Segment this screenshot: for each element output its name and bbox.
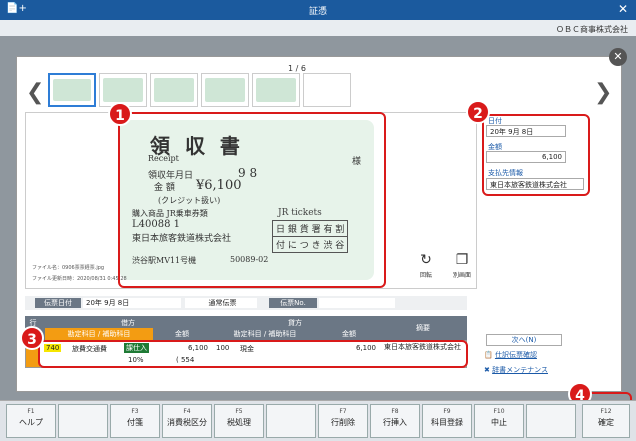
highlight-receipt: [118, 112, 386, 288]
f1-label: ヘルプ: [19, 418, 43, 427]
title-bar: 📄+ 証憑 ✕: [0, 0, 636, 20]
rotate-icon: ↻: [420, 252, 432, 268]
f9-button[interactable]: F9 科目登録: [422, 404, 472, 438]
f12-key: F12: [600, 408, 612, 415]
f12-button[interactable]: F12 確定: [582, 404, 630, 438]
next-arrow-icon[interactable]: ❯: [594, 80, 612, 105]
f4-key: F4: [183, 408, 191, 415]
f5-button[interactable]: F5 税処理: [214, 404, 264, 438]
credit-amount-header: 金額: [342, 330, 356, 338]
badge-1: 1: [108, 102, 132, 126]
f8-label: 行挿入: [383, 418, 407, 427]
debit-header: 借方: [121, 319, 135, 327]
f3-label: 付箋: [127, 418, 143, 427]
debit-amount-header: 金額: [175, 330, 189, 338]
credit-header: 貸方: [288, 319, 302, 327]
f9-key: F9: [443, 408, 451, 415]
f8-button[interactable]: F8 行挿入: [370, 404, 420, 438]
f3-key: F3: [131, 408, 139, 415]
f7-label: 行削除: [331, 418, 355, 427]
prev-arrow-icon[interactable]: ❮: [26, 80, 44, 105]
f1-button[interactable]: F1 ヘルプ: [6, 404, 56, 438]
f3-button[interactable]: F3 付箋: [110, 404, 160, 438]
function-key-bar: F1 ヘルプ F3 付箋 F4 消費税区分 F5 税処理 F7 行削除 F8 行挿入 F9 科…: [0, 400, 636, 441]
next-button[interactable]: 次へ(N): [486, 334, 562, 346]
thumbnail-3[interactable]: [150, 73, 198, 107]
thumbnail-6[interactable]: [303, 73, 351, 107]
rotate-button[interactable]: ↻ 回転: [409, 252, 443, 279]
thumbnail-4[interactable]: [201, 73, 249, 107]
journal-icon: 📋: [484, 351, 493, 359]
dictionary-link[interactable]: ✖ 辞書メンテナンス: [484, 365, 548, 375]
f10-key: F10: [493, 408, 505, 415]
window-close-icon[interactable]: ✕: [618, 2, 628, 16]
debit-account-header: 勘定科目 / 補助科目: [67, 330, 131, 338]
dictionary-label: 辞書メンテナンス: [492, 366, 548, 374]
f5-key: F5: [235, 408, 243, 415]
f10-label: 中止: [491, 418, 507, 427]
thumbnail-1[interactable]: [48, 73, 96, 107]
journal-confirm-label: 仕訳伝票確認: [494, 351, 537, 359]
f1-key: F1: [27, 408, 35, 415]
f8-key: F8: [391, 408, 399, 415]
f2-button[interactable]: [58, 404, 108, 438]
f9-label: 科目登録: [431, 418, 463, 427]
file-name: ファイル名：0906票票経票.jpg: [32, 265, 105, 271]
page-indicator: 1 / 6: [288, 64, 306, 73]
rotate-label: 回転: [419, 272, 432, 279]
badge-2: 2: [466, 100, 490, 124]
journal-confirm-link[interactable]: 📋 仕訳伝票確認: [484, 350, 537, 360]
f7-key: F7: [339, 408, 347, 415]
window-icon: ❐: [455, 252, 469, 268]
f11-button[interactable]: [526, 404, 576, 438]
f4-button[interactable]: F4 消費税区分: [162, 404, 212, 438]
thumbnail-5[interactable]: [252, 73, 300, 107]
voucher-no-label: 伝票No.: [269, 298, 317, 308]
voucher-no-field[interactable]: [319, 298, 395, 308]
separate-window-button[interactable]: ❐ 別画面: [445, 252, 479, 279]
highlight-side-panel: [482, 114, 590, 196]
file-date: ファイル更新日時：2020/08/31 0:45:28: [32, 276, 127, 282]
f4-label: 消費税区分: [167, 418, 207, 427]
summary-header: 摘要: [416, 324, 430, 332]
voucher-header: 伝票日付 20年 9月 8日 通常伝票 伝票No.: [25, 296, 467, 310]
window-title: 証憑: [308, 7, 327, 17]
f6-button[interactable]: [266, 404, 316, 438]
separate-label: 別画面: [452, 272, 471, 279]
f5-label: 税処理: [227, 418, 251, 427]
journal-grid-header: 行 借方 貸方 勘定科目 / 補助科目 金額 勘定科目 / 補助科目 金額 摘要: [25, 316, 467, 340]
voucher-type-field[interactable]: 通常伝票: [185, 298, 257, 308]
badge-3: 3: [20, 326, 44, 350]
dialog-close-icon[interactable]: ✕: [609, 48, 627, 66]
company-name: ＯＢＣ商事株式会社: [556, 25, 628, 34]
voucher-date-label: 伝票日付: [35, 298, 81, 308]
f12-label: 確定: [598, 418, 614, 427]
tools-icon: ✖: [484, 366, 490, 374]
f10-button[interactable]: F10 中止: [474, 404, 524, 438]
f7-button[interactable]: F7 行削除: [318, 404, 368, 438]
voucher-date-field[interactable]: 20年 9月 8日: [83, 298, 181, 308]
credit-account-header: 勘定科目 / 補助科目: [233, 330, 297, 338]
highlight-journal-row: [38, 340, 468, 368]
